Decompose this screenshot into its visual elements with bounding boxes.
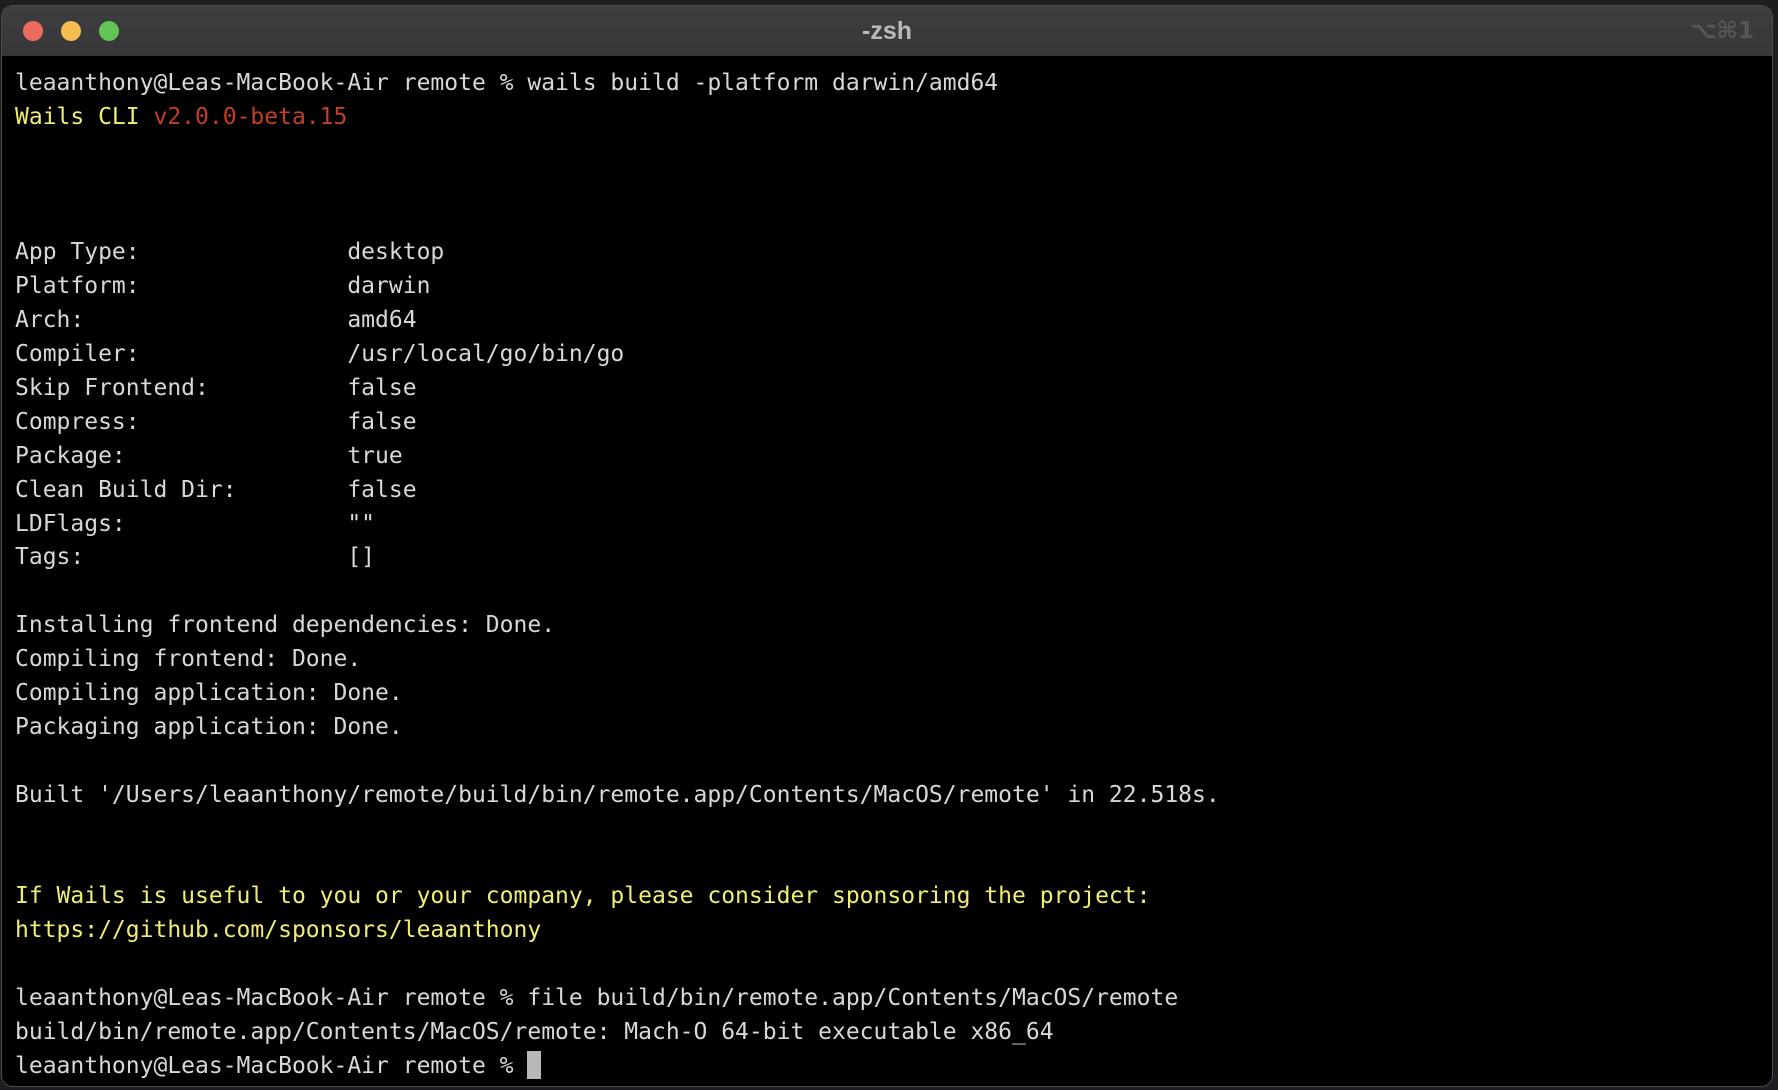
terminal-text-segment: Compiling frontend: Done. [15, 646, 361, 672]
terminal-blank-line [15, 846, 1759, 880]
terminal-text-segment: Installing frontend dependencies: Done. [15, 612, 555, 638]
file-command-output-line: build/bin/remote.app/Contents/MacOS/remo… [15, 1016, 1759, 1050]
terminal-body[interactable]: leaanthony@Leas-MacBook-Air remote % wai… [2, 56, 1772, 1086]
prompt-file-command-line: leaanthony@Leas-MacBook-Air remote % fil… [15, 982, 1759, 1016]
terminal-text-segment: Built '/Users/leaanthony/remote/build/bi… [15, 782, 1220, 808]
config-row-platform: Platform: darwin [15, 270, 1759, 304]
zoom-traffic-light[interactable] [99, 21, 119, 41]
terminal-text-segment: If Wails is useful to you or your compan… [15, 883, 1150, 909]
sponsor-url-line: https://github.com/sponsors/leaanthony [15, 914, 1759, 948]
wails-cli-version-line: Wails CLI v2.0.0-beta.15 [15, 101, 1759, 135]
terminal-blank-line [15, 813, 1759, 847]
config-row-package: Package: true [15, 440, 1759, 474]
titlebar[interactable]: -zsh ⌥⌘1 [2, 6, 1772, 56]
terminal-blank-line [15, 745, 1759, 779]
terminal-text-segment: Arch: amd64 [15, 307, 417, 333]
terminal-text-segment: LDFlags: "" [15, 511, 375, 537]
terminal-text-segment: leaanthony@Leas-MacBook-Air remote % [15, 1053, 527, 1079]
terminal-text-segment: Clean Build Dir: false [15, 477, 417, 503]
terminal-text-segment: leaanthony@Leas-MacBook-Air remote % wai… [15, 70, 998, 96]
terminal-text-segment: Compiling application: Done. [15, 680, 403, 706]
window-title: -zsh [862, 17, 912, 46]
terminal-text-segment: Compiler: /usr/local/go/bin/go [15, 341, 624, 367]
built-result-line: Built '/Users/leaanthony/remote/build/bi… [15, 779, 1759, 813]
terminal-blank-line [15, 948, 1759, 982]
terminal-cursor [527, 1051, 541, 1079]
terminal-text-segment: Package: true [15, 443, 403, 469]
config-row-tags: Tags: [] [15, 541, 1759, 575]
terminal-text-segment: Tags: [] [15, 544, 375, 570]
config-row-clean-build-dir: Clean Build Dir: false [15, 474, 1759, 508]
terminal-text-segment: Wails CLI [15, 104, 153, 130]
terminal-blank-line [15, 203, 1759, 237]
terminal-text-segment: leaanthony@Leas-MacBook-Air remote % fil… [15, 985, 1178, 1011]
terminal-window: -zsh ⌥⌘1 leaanthony@Leas-MacBook-Air rem… [1, 5, 1773, 1087]
config-row-skip-frontend: Skip Frontend: false [15, 372, 1759, 406]
status-installing-frontend-line: Installing frontend dependencies: Done. [15, 609, 1759, 643]
terminal-text-segment: build/bin/remote.app/Contents/MacOS/remo… [15, 1019, 1054, 1045]
active-prompt-line: leaanthony@Leas-MacBook-Air remote % [15, 1050, 1759, 1084]
terminal-blank-line [15, 169, 1759, 203]
status-compiling-frontend-line: Compiling frontend: Done. [15, 643, 1759, 677]
close-traffic-light[interactable] [23, 21, 43, 41]
prompt-build-command-line: leaanthony@Leas-MacBook-Air remote % wai… [15, 67, 1759, 101]
status-compiling-application-line: Compiling application: Done. [15, 677, 1759, 711]
terminal-blank-line [15, 575, 1759, 609]
terminal-blank-line [15, 135, 1759, 169]
terminal-text-segment: Packaging application: Done. [15, 714, 403, 740]
traffic-lights-group [23, 6, 119, 56]
config-row-ldflags: LDFlags: "" [15, 508, 1759, 542]
config-row-compiler: Compiler: /usr/local/go/bin/go [15, 338, 1759, 372]
terminal-text-segment: https://github.com/sponsors/leaanthony [15, 917, 541, 943]
terminal-text-segment: v2.0.0-beta.15 [153, 104, 347, 130]
config-row-arch: Arch: amd64 [15, 304, 1759, 338]
config-row-compress: Compress: false [15, 406, 1759, 440]
status-packaging-application-line: Packaging application: Done. [15, 711, 1759, 745]
tab-shortcut-badge: ⌥⌘1 [1690, 18, 1754, 44]
terminal-text-segment: App Type: desktop [15, 239, 444, 265]
terminal-text-segment: Compress: false [15, 409, 417, 435]
config-row-app-type: App Type: desktop [15, 236, 1759, 270]
terminal-text-segment: Platform: darwin [15, 273, 430, 299]
sponsor-message-line: If Wails is useful to you or your compan… [15, 880, 1759, 914]
minimize-traffic-light[interactable] [61, 21, 81, 41]
terminal-text-segment: Skip Frontend: false [15, 375, 417, 401]
